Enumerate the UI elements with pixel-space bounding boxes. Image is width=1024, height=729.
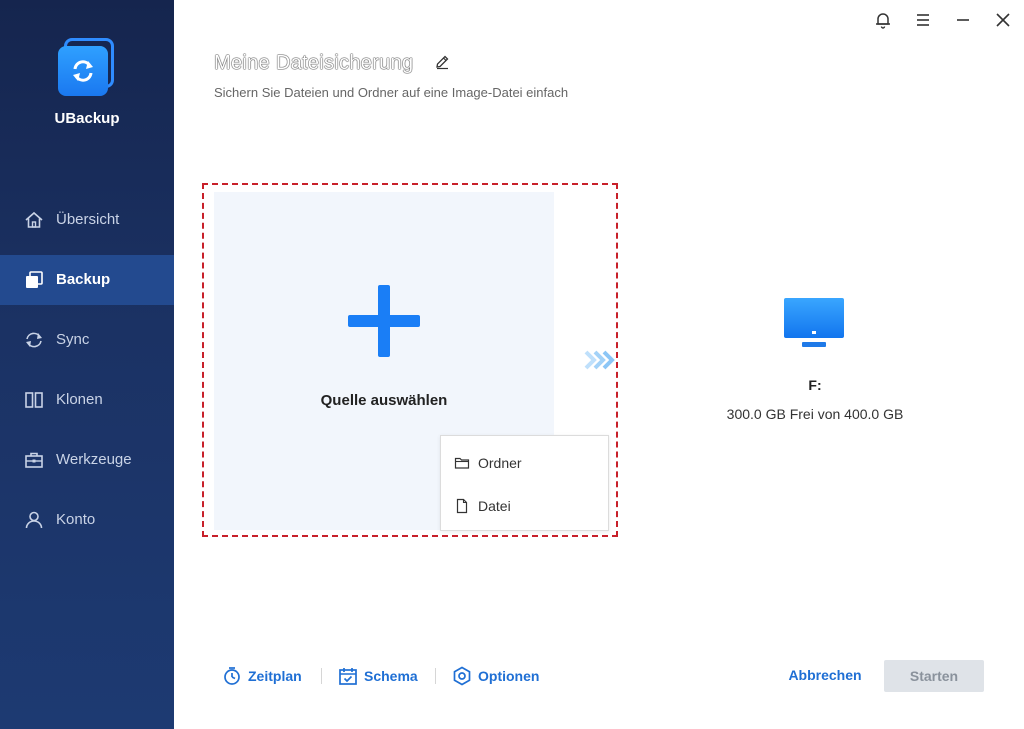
sidebar-item-uebersicht[interactable]: Übersicht	[0, 195, 174, 245]
pencil-icon	[436, 55, 449, 70]
sidebar-item-klonen[interactable]: Klonen	[0, 375, 174, 425]
sidebar-item-backup[interactable]: Backup	[0, 255, 174, 305]
start-button[interactable]: Starten	[884, 660, 984, 692]
timer-icon	[224, 667, 240, 685]
sidebar: UBackup Übersicht Backup Sync Klonen Wer…	[0, 0, 174, 729]
close-icon	[996, 13, 1010, 27]
source-type-menu: Ordner Datei	[440, 435, 609, 531]
sidebar-item-label: Konto	[56, 511, 96, 528]
monitor-icon[interactable]	[782, 298, 846, 350]
toolbox-icon	[25, 452, 43, 468]
folder-icon	[454, 457, 470, 469]
task-subtitle: Sichern Sie Dateien und Ordner auf eine …	[214, 85, 569, 100]
minimize-icon	[957, 19, 969, 21]
home-icon	[25, 211, 43, 228]
menu-icon	[917, 14, 929, 26]
option-label: Schema	[364, 668, 418, 684]
divider	[435, 668, 436, 684]
notification-button[interactable]	[872, 10, 894, 30]
sidebar-item-label: Sync	[56, 331, 90, 348]
app-brand: UBackup	[54, 110, 120, 127]
menu-item-label: Datei	[478, 498, 511, 514]
bell-icon	[876, 13, 890, 29]
sidebar-item-label: Werkzeuge	[56, 451, 132, 468]
destination-capacity: 300.0 GB Frei von 400.0 GB	[726, 406, 904, 422]
sync-icon	[26, 332, 42, 348]
menu-item-label: Ordner	[478, 455, 522, 471]
task-title: Meine Dateisicherung	[214, 52, 414, 74]
clone-icon	[25, 392, 43, 408]
sidebar-item-werkzeuge[interactable]: Werkzeuge	[0, 435, 174, 485]
settings-icon	[453, 666, 471, 686]
divider	[321, 668, 322, 684]
sidebar-item-label: Backup	[56, 271, 111, 288]
user-icon	[25, 511, 43, 529]
cancel-button[interactable]: Abbrechen	[780, 667, 870, 689]
sidebar-item-konto[interactable]: Konto	[0, 495, 174, 545]
menu-item-folder[interactable]: Ordner	[441, 445, 608, 481]
option-label: Optionen	[478, 668, 540, 684]
backup-icon	[26, 271, 43, 288]
minimize-button[interactable]	[952, 10, 974, 30]
sidebar-item-sync[interactable]: Sync	[0, 315, 174, 365]
menu-button[interactable]	[912, 10, 934, 30]
ubackup-logo-icon	[56, 38, 116, 98]
file-icon	[456, 498, 468, 514]
edit-title-button[interactable]	[434, 54, 450, 70]
sidebar-item-label: Übersicht	[56, 211, 120, 228]
close-button[interactable]	[992, 10, 1014, 30]
menu-item-file[interactable]: Datei	[441, 488, 608, 524]
source-label[interactable]: Quelle auswählen	[214, 392, 554, 409]
sidebar-item-label: Klonen	[56, 391, 103, 408]
double-chevron-right-icon	[584, 350, 615, 370]
calendar-check-icon	[339, 668, 357, 685]
option-label: Zeitplan	[248, 668, 302, 684]
destination-name: F:	[808, 377, 822, 393]
